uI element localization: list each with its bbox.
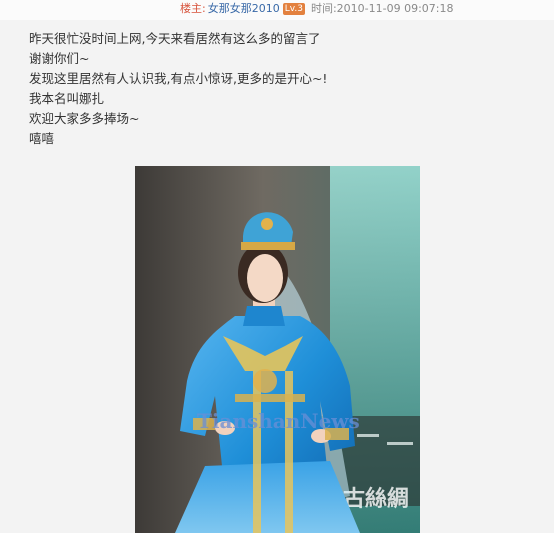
banner-text: 古絲綢	[343, 486, 409, 512]
level-badge: Lv.3	[282, 3, 305, 15]
username-link[interactable]: 女那女那2010	[208, 2, 280, 15]
post-meta-bar: 楼主: 女那女那2010 Lv.3 时间:2010-11-09 09:07:18	[0, 0, 554, 20]
poster-label: 楼主:	[180, 2, 206, 15]
post-line: 昨天很忙没时间上网,今天来看居然有这么多的留言了	[29, 31, 321, 46]
post-line: 发现这里居然有人认识我,有点小惊讶,更多的是开心~!	[29, 71, 328, 86]
post-line: 谢谢你们~	[29, 51, 90, 66]
post-line: 我本名叫娜扎	[29, 91, 105, 106]
post-line: 嘻嘻	[29, 131, 55, 146]
post-body: 昨天很忙没时间上网,今天来看居然有这么多的留言了 谢谢你们~ 发现这里居然有人认…	[29, 29, 529, 149]
photo-watermark: TianshanNews	[197, 409, 360, 433]
post-photo: 古絲綢 TianshanNews	[135, 166, 420, 533]
post-timestamp: 2010-11-09 09:07:18	[336, 2, 454, 15]
time-label: 时间:	[310, 2, 337, 15]
post-line: 欢迎大家多多捧场~	[29, 111, 140, 126]
